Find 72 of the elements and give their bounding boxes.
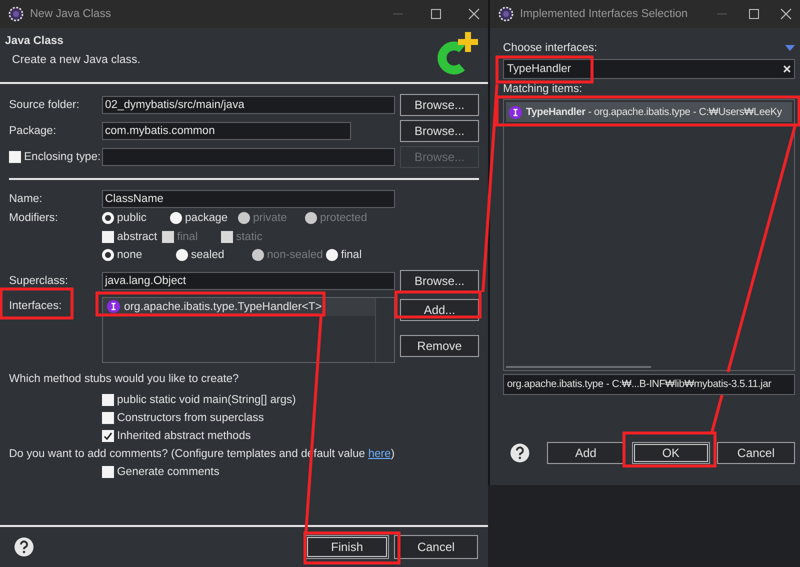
radio-button[interactable] — [170, 212, 182, 224]
option-label: package — [185, 212, 228, 224]
checkbox-label: Enclosing type: — [24, 151, 101, 163]
checkbox[interactable] — [9, 151, 21, 163]
text-field[interactable] — [102, 148, 395, 166]
interface-icon — [107, 300, 120, 313]
page-description: Create a new Java class. — [12, 54, 140, 66]
radio-button[interactable] — [326, 249, 338, 262]
option-label: final — [177, 230, 198, 243]
close-icon[interactable] — [780, 8, 792, 20]
option-label: sealed — [191, 249, 224, 262]
checkbox-label: public static void main(String[] args) — [117, 394, 296, 406]
finish-button[interactable]: Finish — [305, 535, 389, 559]
cancel-button[interactable]: Cancel — [394, 535, 478, 559]
window-title: New Java Class — [30, 8, 112, 20]
search-field[interactable]: TypeHandler — [503, 59, 795, 79]
option-label: protected — [320, 212, 368, 224]
checkbox[interactable] — [102, 230, 114, 243]
close-icon[interactable] — [468, 8, 480, 20]
checkbox-label: Inherited abstract methods — [117, 430, 251, 442]
interface-icon — [509, 106, 522, 118]
maximize-icon[interactable] — [748, 8, 760, 20]
window-title: Implemented Interfaces Selection — [520, 8, 689, 20]
browse-button[interactable]: Browse... — [400, 270, 479, 292]
checkbox-label: Constructors from superclass — [117, 412, 264, 424]
browse-button[interactable]: Browse... — [400, 94, 479, 116]
list-item[interactable]: TypeHandler - org.apache.ibatis.type - C:₩Users₩LeeKy — [506, 102, 792, 122]
checkbox[interactable] — [102, 466, 114, 478]
scrollbar[interactable] — [506, 366, 651, 368]
ok-button[interactable]: OK — [632, 442, 710, 464]
option-label: private — [253, 212, 287, 224]
browse-button[interactable]: Browse... — [400, 120, 479, 142]
text-field[interactable]: com.mybatis.common — [102, 122, 351, 140]
clear-icon[interactable] — [783, 65, 791, 73]
here-link[interactable]: here — [368, 448, 391, 460]
field-label: Package: — [9, 125, 58, 137]
radio-button[interactable] — [176, 249, 188, 262]
checkbox-label: Generate comments — [117, 466, 220, 478]
checkbox[interactable] — [102, 430, 114, 442]
filter-label: Choose interfaces: — [503, 42, 598, 54]
option-label: static — [236, 230, 262, 243]
text-field[interactable]: ClassName — [102, 190, 395, 208]
option-label: abstract — [117, 230, 158, 243]
option-label: non-sealed — [267, 249, 323, 262]
option-label: none — [117, 249, 142, 262]
gear-icon — [8, 6, 24, 22]
dropdown-icon[interactable] — [785, 45, 795, 51]
page-heading: Java Class — [5, 35, 64, 47]
text-field[interactable]: 02_dymybatis/src/main/java — [102, 96, 395, 114]
field-label: Name: — [9, 193, 44, 205]
checkbox[interactable] — [102, 412, 114, 424]
option-label: public — [117, 212, 147, 224]
field-label: Source folder: — [9, 99, 80, 111]
field-label: Superclass: — [9, 274, 70, 286]
option-label: final — [341, 249, 362, 262]
field-label: Modifiers: — [9, 212, 59, 224]
location-field: org.apache.ibatis.type - C:₩...B-INF₩lib₩mybatis-3.5.11.jar — [503, 374, 795, 395]
radio-button[interactable] — [102, 249, 114, 262]
list-item[interactable]: org.apache.ibatis.type.TypeHandler<T> — [103, 298, 375, 316]
help-icon[interactable] — [510, 443, 530, 463]
cancel-button[interactable]: Cancel — [716, 442, 795, 464]
maximize-icon[interactable] — [430, 8, 442, 20]
radio-button[interactable] — [102, 212, 114, 224]
add-button[interactable]: Add — [546, 442, 625, 464]
list-label: Matching items: — [503, 83, 584, 97]
gear-icon — [498, 6, 514, 22]
remove-button[interactable]: Remove — [400, 334, 479, 356]
help-icon[interactable] — [14, 537, 34, 557]
field-label: Interfaces: — [9, 298, 63, 312]
checkbox[interactable] — [102, 394, 114, 406]
text-field[interactable]: java.lang.Object — [102, 272, 395, 290]
stubs-prompt: Which method stubs would you like to create? — [9, 372, 240, 386]
